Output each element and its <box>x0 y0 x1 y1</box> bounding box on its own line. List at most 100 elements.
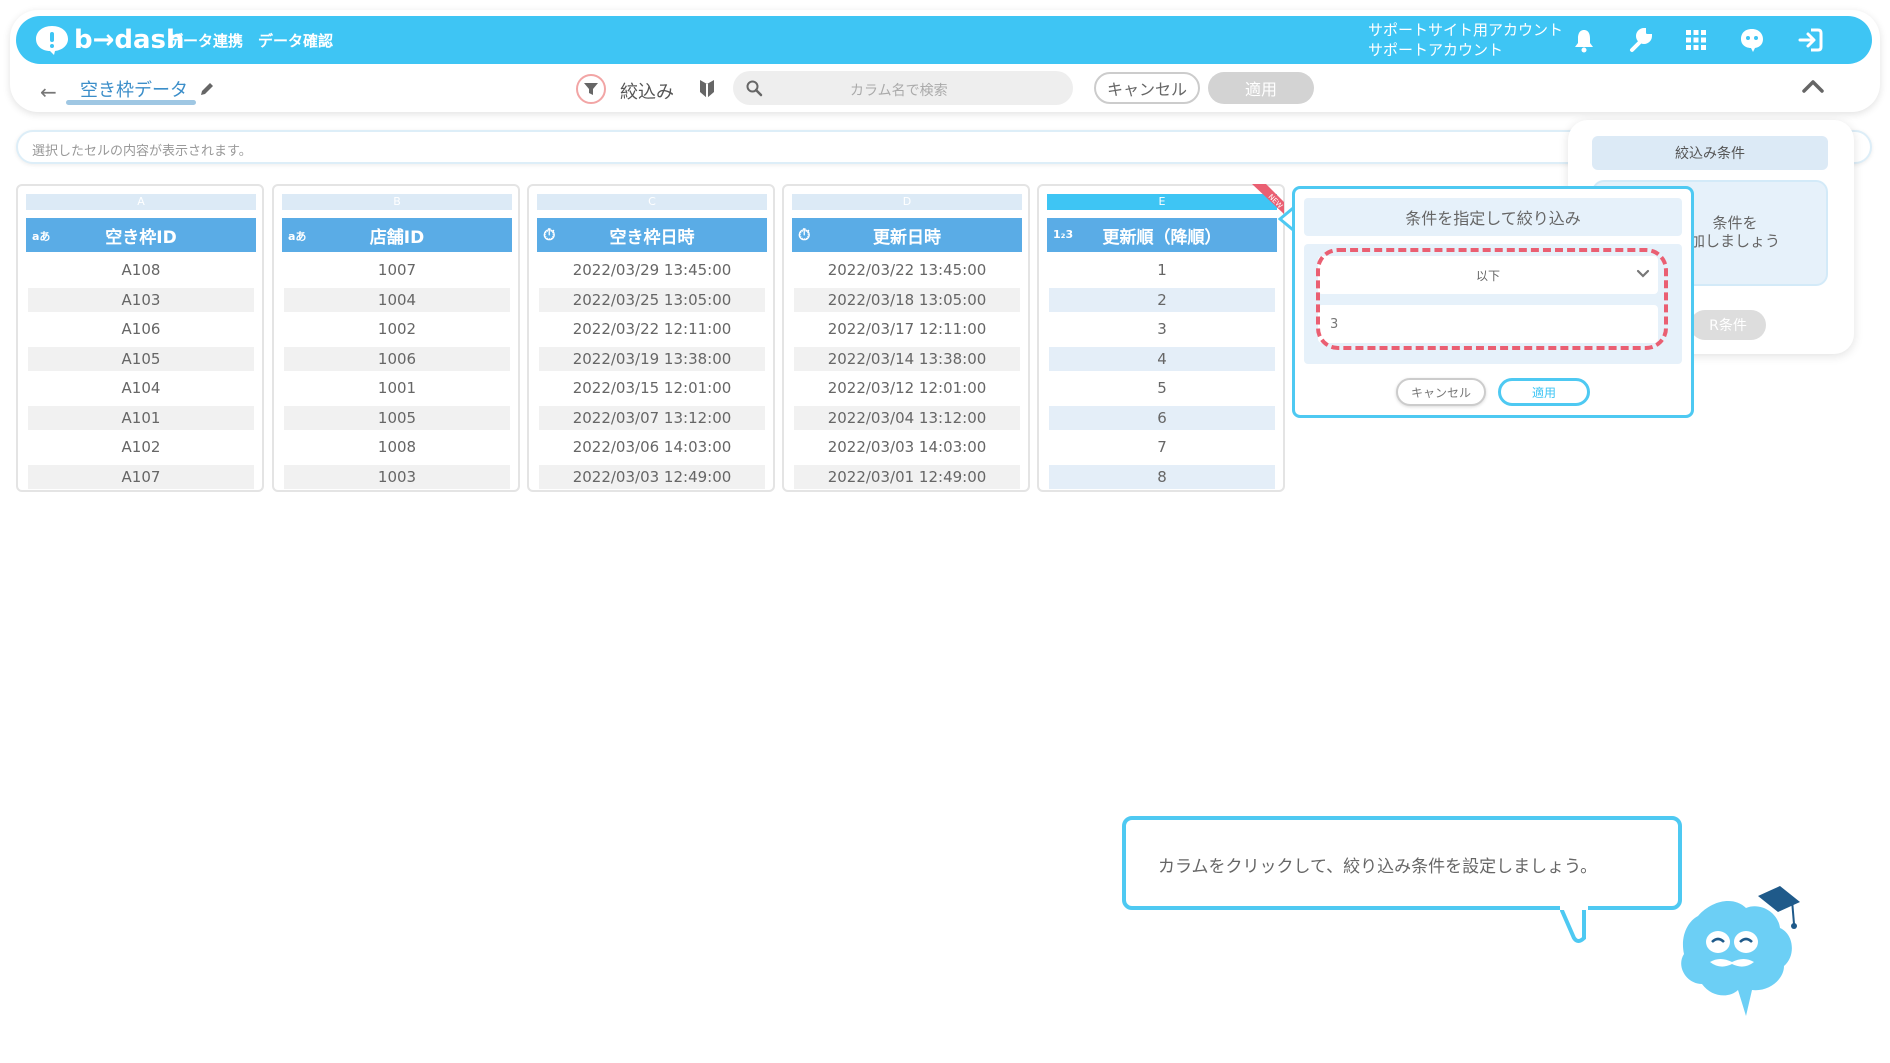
highlight-dashed-box <box>1316 248 1668 350</box>
table-cell[interactable]: 7 <box>1049 435 1275 459</box>
hint-line-2: 加しましょう <box>1690 232 1781 250</box>
column-header[interactable]: aあ 店舗ID <box>282 218 512 252</box>
app-header: b→dash データ連携 データ確認 サポートサイト用アカウント サポートアカウ… <box>16 16 1872 64</box>
column-letter: D <box>792 194 1022 210</box>
table-cell[interactable]: A103 <box>28 288 254 312</box>
clock-icon: ⏱ <box>543 225 556 244</box>
column-letter: C <box>537 194 767 210</box>
column-title: 更新順（降順） <box>1102 227 1222 248</box>
column-header[interactable]: ⏱ 空き枠日時 <box>537 218 767 252</box>
table-cell[interactable]: 2022/03/19 13:38:00 <box>539 347 765 371</box>
nav-data-check[interactable]: データ確認 <box>258 30 333 51</box>
filter-toggle-button[interactable] <box>576 74 606 104</box>
table-cell[interactable]: 2022/03/22 13:45:00 <box>794 258 1020 282</box>
column-letter: B <box>282 194 512 210</box>
column-b[interactable]: B aあ 店舗ID 1007 1004 1002 1006 1001 1005 … <box>272 184 520 492</box>
filter-label: 絞込み <box>620 82 674 103</box>
table-cell[interactable]: A101 <box>28 406 254 430</box>
table-cell[interactable]: 2022/03/22 12:11:00 <box>539 317 765 341</box>
table-cell[interactable]: 1001 <box>284 376 510 400</box>
number-type-icon: 1₂3 <box>1053 228 1074 241</box>
table-cell[interactable]: 2022/03/03 12:49:00 <box>539 465 765 489</box>
add-condition-hint: 条件を 加しましょう <box>1690 214 1780 250</box>
table-cell[interactable]: 2022/03/17 12:11:00 <box>794 317 1020 341</box>
table-cell[interactable]: 2022/03/15 12:01:00 <box>539 376 765 400</box>
account-user: サポートアカウント <box>1368 41 1504 59</box>
assistant-icon[interactable] <box>1738 26 1766 54</box>
logo-bubble-icon <box>36 26 68 55</box>
table-cell[interactable]: 1005 <box>284 406 510 430</box>
funnel-icon <box>584 83 598 95</box>
table-cell[interactable]: 2022/03/03 14:03:00 <box>794 435 1020 459</box>
column-header[interactable]: ⏱ 更新日時 <box>792 218 1022 252</box>
table-cell[interactable]: A107 <box>28 465 254 489</box>
table-cell[interactable]: 1008 <box>284 435 510 459</box>
beginner-mark-icon[interactable] <box>698 78 716 100</box>
table-cell[interactable]: 2022/03/04 13:12:00 <box>794 406 1020 430</box>
column-d[interactable]: D ⏱ 更新日時 2022/03/22 13:45:00 2022/03/18 … <box>782 184 1030 492</box>
app-logo[interactable]: b→dash <box>34 22 185 58</box>
cell-content-text: 選択したセルの内容が表示されます。 <box>32 144 252 159</box>
table-cell[interactable]: 2 <box>1049 288 1275 312</box>
table-cell[interactable]: 6 <box>1049 406 1275 430</box>
tutorial-text: カラムをクリックして、絞り込み条件を設定しましょう。 <box>1158 857 1598 877</box>
column-title: 空き枠日時 <box>609 227 695 248</box>
wrench-icon[interactable] <box>1626 26 1654 54</box>
mascot-character-icon <box>1681 886 1800 1016</box>
table-cell[interactable]: 4 <box>1049 347 1275 371</box>
table-cell[interactable]: 2022/03/14 13:38:00 <box>794 347 1020 371</box>
table-cell[interactable]: 1 <box>1049 258 1275 282</box>
edit-pencil-icon[interactable] <box>198 80 216 98</box>
dataset-title-underline <box>66 100 196 105</box>
popup-cancel-button[interactable]: キャンセル <box>1396 378 1486 406</box>
table-cell[interactable]: A106 <box>28 317 254 341</box>
dataset-title[interactable]: 空き枠データ <box>80 76 188 102</box>
cancel-button[interactable]: キャンセル <box>1094 72 1200 104</box>
table-cell[interactable]: 5 <box>1049 376 1275 400</box>
logout-icon[interactable] <box>1796 26 1824 54</box>
text-type-icon: aあ <box>288 230 307 243</box>
table-cell[interactable]: 2022/03/29 13:45:00 <box>539 258 765 282</box>
column-title: 空き枠ID <box>105 227 177 248</box>
apply-button[interactable]: 適用 <box>1208 72 1314 104</box>
or-condition-button[interactable]: R条件 <box>1690 310 1766 340</box>
popup-apply-button[interactable]: 適用 <box>1498 378 1590 406</box>
table-cell[interactable]: 8 <box>1049 465 1275 489</box>
column-header[interactable]: aあ 空き枠ID <box>26 218 256 252</box>
table-cell[interactable]: 1003 <box>284 465 510 489</box>
table-cell[interactable]: 1007 <box>284 258 510 282</box>
column-header[interactable]: 1₂3 更新順（降順） <box>1047 218 1277 252</box>
account-name: サポートサイト用アカウント <box>1368 21 1564 39</box>
table-cell[interactable]: 1006 <box>284 347 510 371</box>
column-letter: A <box>26 194 256 210</box>
table-cell[interactable]: 3 <box>1049 317 1275 341</box>
table-cell[interactable]: A104 <box>28 376 254 400</box>
table-cell[interactable]: 2022/03/06 14:03:00 <box>539 435 765 459</box>
table-cell[interactable]: A108 <box>28 258 254 282</box>
back-arrow-icon[interactable]: ← <box>40 80 57 104</box>
table-cell[interactable]: 2022/03/07 13:12:00 <box>539 406 765 430</box>
tutorial-bubble-tail <box>1560 904 1588 943</box>
popup-title: 条件を指定して絞り込み <box>1304 198 1682 236</box>
apps-grid-icon[interactable] <box>1682 26 1710 54</box>
column-c[interactable]: C ⏱ 空き枠日時 2022/03/29 13:45:00 2022/03/25… <box>527 184 775 492</box>
table-cell[interactable]: 1002 <box>284 317 510 341</box>
chevron-up-icon[interactable] <box>1800 76 1826 96</box>
clock-icon: ⏱ <box>798 225 811 244</box>
bell-icon[interactable] <box>1570 26 1598 54</box>
column-a[interactable]: A aあ 空き枠ID A108 A103 A106 A105 A104 A101… <box>16 184 264 492</box>
text-type-icon: aあ <box>32 230 51 243</box>
table-cell[interactable]: 2022/03/01 12:49:00 <box>794 465 1020 489</box>
table-cell[interactable]: A105 <box>28 347 254 371</box>
filter-conditions-title: 絞込み条件 <box>1592 136 1828 170</box>
column-e[interactable]: E 1₂3 更新順（降順） 1 2 3 4 5 6 7 8 <box>1037 184 1285 492</box>
column-title: 店舗ID <box>369 227 425 248</box>
table-cell[interactable]: 2022/03/18 13:05:00 <box>794 288 1020 312</box>
nav-data-integration[interactable]: データ連携 <box>168 30 243 51</box>
table-cell[interactable]: 2022/03/12 12:01:00 <box>794 376 1020 400</box>
table-cell[interactable]: 1004 <box>284 288 510 312</box>
account-info[interactable]: サポートサイト用アカウント サポートアカウント <box>1368 20 1563 60</box>
table-cell[interactable]: 2022/03/25 13:05:00 <box>539 288 765 312</box>
column-title: 更新日時 <box>873 227 941 248</box>
table-cell[interactable]: A102 <box>28 435 254 459</box>
